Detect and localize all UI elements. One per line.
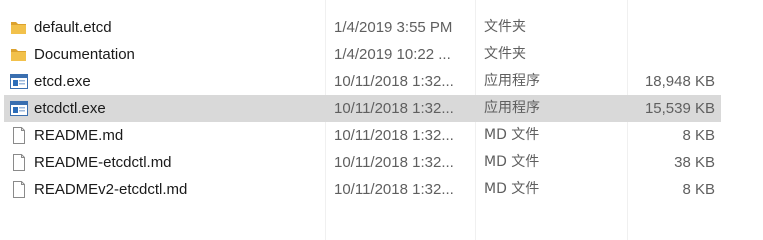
file-type: MD 文件 [484, 181, 540, 197]
file-date-modified: 10/11/2018 1:32... [334, 181, 454, 198]
application-icon [10, 73, 28, 90]
file-date-modified: 10/11/2018 1:32... [334, 127, 454, 144]
file-row[interactable]: READMEv2-etcdctl.md 10/11/2018 1:32... M… [0, 176, 763, 203]
file-type: 文件夹 [484, 19, 526, 35]
file-row[interactable]: Documentation 1/4/2019 10:22 ... 文件夹 [0, 41, 763, 68]
file-size: 8 KB [682, 127, 715, 144]
file-name: README.md [34, 127, 124, 144]
file-name: README-etcdctl.md [34, 154, 172, 171]
file-row[interactable]: README.md 10/11/2018 1:32... MD 文件 8 KB [0, 122, 763, 149]
file-size: 18,948 KB [644, 73, 715, 90]
file-type: 应用程序 [484, 100, 540, 116]
file-row[interactable]: default.etcd 1/4/2019 3:55 PM 文件夹 [0, 14, 763, 41]
file-name: etcdctl.exe [34, 100, 106, 117]
file-size: 8 KB [682, 181, 715, 198]
file-size: 38 KB [674, 154, 715, 171]
file-date-modified: 10/11/2018 1:32... [334, 100, 454, 117]
document-icon [10, 154, 28, 171]
file-row[interactable]: README-etcdctl.md 10/11/2018 1:32... MD … [0, 149, 763, 176]
application-icon [10, 100, 28, 117]
file-row-selected[interactable]: etcdctl.exe 10/11/2018 1:32... 应用程序 15,5… [0, 95, 763, 122]
file-size: 15,539 KB [644, 100, 715, 117]
folder-icon [10, 19, 28, 36]
folder-icon [10, 46, 28, 63]
file-date-modified: 1/4/2019 3:55 PM [334, 19, 453, 36]
file-type: MD 文件 [484, 127, 540, 143]
file-row[interactable]: etcd.exe 10/11/2018 1:32... 应用程序 18,948 … [0, 68, 763, 95]
file-date-modified: 10/11/2018 1:32... [334, 154, 454, 171]
document-icon [10, 181, 28, 198]
file-name: READMEv2-etcdctl.md [34, 181, 188, 198]
file-date-modified: 1/4/2019 10:22 ... [334, 46, 451, 63]
file-type: 应用程序 [484, 73, 540, 89]
file-name: default.etcd [34, 19, 112, 36]
file-name: Documentation [34, 46, 135, 63]
file-type: 文件夹 [484, 46, 526, 62]
document-icon [10, 127, 28, 144]
file-date-modified: 10/11/2018 1:32... [334, 73, 454, 90]
file-list: default.etcd 1/4/2019 3:55 PM 文件夹 Docume… [0, 14, 763, 203]
file-type: MD 文件 [484, 154, 540, 170]
file-name: etcd.exe [34, 73, 91, 90]
